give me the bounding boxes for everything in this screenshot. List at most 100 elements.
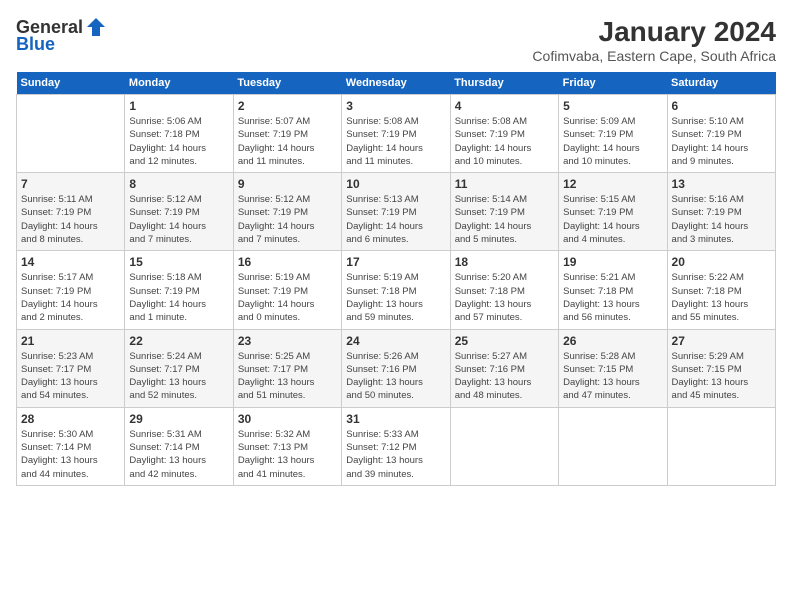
calendar-day-cell: 30Sunrise: 5:32 AM Sunset: 7:13 PM Dayli…: [233, 407, 341, 485]
day-number: 9: [238, 177, 337, 191]
day-number: 14: [21, 255, 120, 269]
day-info: Sunrise: 5:12 AM Sunset: 7:19 PM Dayligh…: [238, 193, 337, 246]
day-number: 13: [672, 177, 771, 191]
day-info: Sunrise: 5:16 AM Sunset: 7:19 PM Dayligh…: [672, 193, 771, 246]
calendar-day-cell: 14 Sunrise: 5:17 AM Sunset: 7:19 PM Dayli…: [17, 251, 125, 329]
day-info: Sunrise: 5:08 AM Sunset: 7:19 PM Dayligh…: [346, 115, 445, 168]
weekday-header: Monday: [125, 72, 233, 95]
day-info: Sunrise: 5:15 AM Sunset: 7:19 PM Dayligh…: [563, 193, 662, 246]
day-number: 4: [455, 99, 554, 113]
calendar-day-cell: 17 Sunrise: 5:19 AM Sunset: 7:18 PM Dayli…: [342, 251, 450, 329]
day-number: 16: [238, 255, 337, 269]
logo: General Blue: [16, 16, 107, 55]
day-info: Sunrise: 5:10 AM Sunset: 7:19 PM Dayligh…: [672, 115, 771, 168]
day-info: Sunrise: 5:07 AM Sunset: 7:19 PM Dayligh…: [238, 115, 337, 168]
day-info: Sunrise: 5:27 AM Sunset: 7:16 PM Dayligh…: [455, 350, 554, 403]
day-number: 17: [346, 255, 445, 269]
day-info: Sunrise: 5:19 AM Sunset: 7:19 PM Dayligh…: [238, 271, 337, 324]
calendar-day-cell: 11 Sunrise: 5:14 AM Sunset: 7:19 PM Dayli…: [450, 173, 558, 251]
day-info: Sunrise: 5:24 AM Sunset: 7:17 PM Dayligh…: [129, 350, 228, 403]
day-info: Sunrise: 5:11 AM Sunset: 7:19 PM Dayligh…: [21, 193, 120, 246]
day-number: 12: [563, 177, 662, 191]
page-header: General Blue January 2024 Cofimvaba, Eas…: [16, 16, 776, 64]
day-info: Sunrise: 5:22 AM Sunset: 7:18 PM Dayligh…: [672, 271, 771, 324]
calendar-week-row: 7 Sunrise: 5:11 AM Sunset: 7:19 PM Daylig…: [17, 173, 776, 251]
day-number: 28: [21, 412, 120, 426]
day-info: Sunrise: 5:06 AM Sunset: 7:18 PM Dayligh…: [129, 115, 228, 168]
calendar-subtitle: Cofimvaba, Eastern Cape, South Africa: [532, 48, 776, 64]
calendar-day-cell: 9 Sunrise: 5:12 AM Sunset: 7:19 PM Daylig…: [233, 173, 341, 251]
day-info: Sunrise: 5:30 AM Sunset: 7:14 PM Dayligh…: [21, 428, 120, 481]
day-number: 5: [563, 99, 662, 113]
logo-icon: [85, 16, 107, 38]
calendar-week-row: 21 Sunrise: 5:23 AM Sunset: 7:17 PM Dayli…: [17, 329, 776, 407]
day-info: Sunrise: 5:25 AM Sunset: 7:17 PM Dayligh…: [238, 350, 337, 403]
day-number: 20: [672, 255, 771, 269]
calendar-day-cell: 15Sunrise: 5:18 AM Sunset: 7:19 PM Dayli…: [125, 251, 233, 329]
calendar-week-row: 1 Sunrise: 5:06 AM Sunset: 7:18 PM Daylig…: [17, 95, 776, 173]
calendar-day-cell: 2 Sunrise: 5:07 AM Sunset: 7:19 PM Daylig…: [233, 95, 341, 173]
day-info: Sunrise: 5:13 AM Sunset: 7:19 PM Dayligh…: [346, 193, 445, 246]
weekday-header: Tuesday: [233, 72, 341, 95]
weekday-header: Friday: [559, 72, 667, 95]
weekday-header: Thursday: [450, 72, 558, 95]
calendar-week-row: 28 Sunrise: 5:30 AM Sunset: 7:14 PM Dayli…: [17, 407, 776, 485]
calendar-day-cell: 21 Sunrise: 5:23 AM Sunset: 7:17 PM Dayli…: [17, 329, 125, 407]
calendar-day-cell: 25Sunrise: 5:27 AM Sunset: 7:16 PM Dayli…: [450, 329, 558, 407]
calendar-day-cell: 4 Sunrise: 5:08 AM Sunset: 7:19 PM Daylig…: [450, 95, 558, 173]
logo-text-blue: Blue: [16, 34, 55, 55]
day-number: 11: [455, 177, 554, 191]
weekday-header-row: SundayMondayTuesdayWednesdayThursdayFrid…: [17, 72, 776, 95]
calendar-day-cell: 29 Sunrise: 5:31 AM Sunset: 7:14 PM Dayli…: [125, 407, 233, 485]
day-number: 22: [129, 334, 228, 348]
weekday-header: Sunday: [17, 72, 125, 95]
calendar-day-cell: 13 Sunrise: 5:16 AM Sunset: 7:19 PM Dayli…: [667, 173, 775, 251]
calendar-day-cell: 8 Sunrise: 5:12 AM Sunset: 7:19 PM Daylig…: [125, 173, 233, 251]
calendar-day-cell: 24Sunrise: 5:26 AM Sunset: 7:16 PM Dayli…: [342, 329, 450, 407]
calendar-day-cell: 3 Sunrise: 5:08 AM Sunset: 7:19 PM Daylig…: [342, 95, 450, 173]
calendar-day-cell: 6 Sunrise: 5:10 AM Sunset: 7:19 PM Daylig…: [667, 95, 775, 173]
day-number: 23: [238, 334, 337, 348]
calendar-table: SundayMondayTuesdayWednesdayThursdayFrid…: [16, 72, 776, 486]
calendar-day-cell: 12 Sunrise: 5:15 AM Sunset: 7:19 PM Dayli…: [559, 173, 667, 251]
calendar-day-cell: 31Sunrise: 5:33 AM Sunset: 7:12 PM Dayli…: [342, 407, 450, 485]
day-info: Sunrise: 5:33 AM Sunset: 7:12 PM Dayligh…: [346, 428, 445, 481]
day-number: 6: [672, 99, 771, 113]
day-number: 26: [563, 334, 662, 348]
day-number: 19: [563, 255, 662, 269]
day-info: Sunrise: 5:14 AM Sunset: 7:19 PM Dayligh…: [455, 193, 554, 246]
day-number: 18: [455, 255, 554, 269]
day-info: Sunrise: 5:28 AM Sunset: 7:15 PM Dayligh…: [563, 350, 662, 403]
calendar-day-cell: 5 Sunrise: 5:09 AM Sunset: 7:19 PM Daylig…: [559, 95, 667, 173]
calendar-day-cell: 28 Sunrise: 5:30 AM Sunset: 7:14 PM Dayli…: [17, 407, 125, 485]
day-number: 21: [21, 334, 120, 348]
day-info: Sunrise: 5:08 AM Sunset: 7:19 PM Dayligh…: [455, 115, 554, 168]
calendar-day-cell: 16 Sunrise: 5:19 AM Sunset: 7:19 PM Dayli…: [233, 251, 341, 329]
day-info: Sunrise: 5:12 AM Sunset: 7:19 PM Dayligh…: [129, 193, 228, 246]
day-info: Sunrise: 5:19 AM Sunset: 7:18 PM Dayligh…: [346, 271, 445, 324]
calendar-day-cell: [450, 407, 558, 485]
day-info: Sunrise: 5:23 AM Sunset: 7:17 PM Dayligh…: [21, 350, 120, 403]
day-number: 29: [129, 412, 228, 426]
calendar-title: January 2024: [532, 16, 776, 48]
day-info: Sunrise: 5:09 AM Sunset: 7:19 PM Dayligh…: [563, 115, 662, 168]
day-info: Sunrise: 5:17 AM Sunset: 7:19 PM Dayligh…: [21, 271, 120, 324]
day-number: 1: [129, 99, 228, 113]
day-number: 3: [346, 99, 445, 113]
day-number: 8: [129, 177, 228, 191]
calendar-day-cell: 10Sunrise: 5:13 AM Sunset: 7:19 PM Dayli…: [342, 173, 450, 251]
calendar-day-cell: 23 Sunrise: 5:25 AM Sunset: 7:17 PM Dayli…: [233, 329, 341, 407]
calendar-day-cell: 20 Sunrise: 5:22 AM Sunset: 7:18 PM Dayli…: [667, 251, 775, 329]
day-number: 24: [346, 334, 445, 348]
calendar-day-cell: 7 Sunrise: 5:11 AM Sunset: 7:19 PM Daylig…: [17, 173, 125, 251]
day-info: Sunrise: 5:21 AM Sunset: 7:18 PM Dayligh…: [563, 271, 662, 324]
day-number: 15: [129, 255, 228, 269]
calendar-day-cell: 18 Sunrise: 5:20 AM Sunset: 7:18 PM Dayli…: [450, 251, 558, 329]
calendar-day-cell: [17, 95, 125, 173]
day-info: Sunrise: 5:20 AM Sunset: 7:18 PM Dayligh…: [455, 271, 554, 324]
calendar-day-cell: 22 Sunrise: 5:24 AM Sunset: 7:17 PM Dayli…: [125, 329, 233, 407]
day-number: 7: [21, 177, 120, 191]
day-info: Sunrise: 5:29 AM Sunset: 7:15 PM Dayligh…: [672, 350, 771, 403]
day-number: 2: [238, 99, 337, 113]
day-info: Sunrise: 5:31 AM Sunset: 7:14 PM Dayligh…: [129, 428, 228, 481]
